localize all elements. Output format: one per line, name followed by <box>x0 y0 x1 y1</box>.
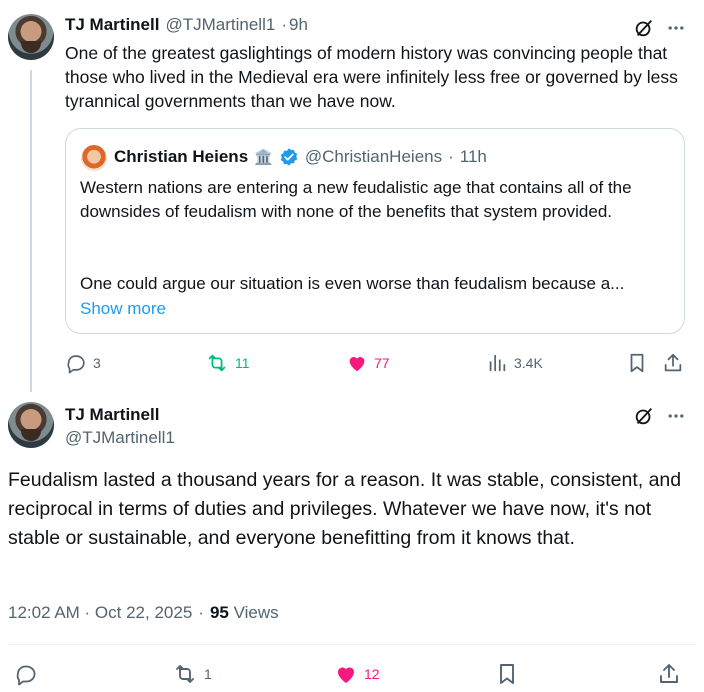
grok-icon-svg <box>635 408 653 425</box>
share-icon <box>664 353 682 372</box>
author-name[interactable]: TJ Martinell <box>65 15 159 35</box>
verified-svg <box>280 148 298 166</box>
divider <box>8 644 696 645</box>
main-tweet-text: Feudalism lasted a thousand years for a … <box>8 469 682 549</box>
heart-icon <box>338 667 354 683</box>
repost-button[interactable]: 1 <box>172 662 212 686</box>
tweet-time[interactable]: 9h <box>289 15 308 35</box>
repost-button[interactable]: 11 <box>205 352 250 374</box>
views-label: Views <box>233 603 279 622</box>
verified-badge-icon[interactable] <box>279 147 299 167</box>
more-icon-svg <box>668 26 684 30</box>
author-name[interactable]: TJ Martinell <box>65 405 159 425</box>
quote-header: Christian Heiens 🏛️ @ChristianHeiens · 1… <box>114 147 487 167</box>
tweet-timestamp[interactable]: 12:02 AM · Oct 22, 2025 <box>8 603 192 623</box>
quote-avatar[interactable] <box>81 145 107 171</box>
share-button[interactable] <box>657 662 681 686</box>
reply-button[interactable] <box>14 662 38 686</box>
views-count: 95 <box>209 603 229 622</box>
author-handle[interactable]: @TJMartinell1 <box>165 15 275 35</box>
share-icon <box>660 664 678 683</box>
more-options-icon[interactable] <box>664 404 688 428</box>
like-button[interactable]: 12 <box>334 662 380 686</box>
grok-icon[interactable] <box>632 16 656 40</box>
more-icon-svg <box>668 414 684 418</box>
tweet-meta: 12:02 AM · Oct 22, 2025 · 95 Views <box>8 603 279 623</box>
bookmark-button[interactable] <box>495 662 519 686</box>
views-button[interactable]: 3.4K <box>486 352 543 374</box>
heart-icon <box>349 357 365 372</box>
reply-count: 3 <box>93 355 101 371</box>
building-emoji-icon: 🏛️ <box>254 149 273 166</box>
like-button[interactable]: 77 <box>346 352 390 374</box>
repost-icon <box>176 665 194 683</box>
parent-tweet-text: One of the greatest gaslightings of mode… <box>65 43 678 111</box>
repost-icon <box>208 354 226 372</box>
quote-text-paragraph-1: Western nations are entering a new feuda… <box>80 178 632 221</box>
show-more-link[interactable]: Show more <box>80 299 166 319</box>
avatar[interactable] <box>8 402 54 448</box>
repost-count: 11 <box>235 355 250 371</box>
more-options-icon[interactable] <box>664 16 688 40</box>
bookmark-icon <box>500 664 514 684</box>
bookmark-button[interactable] <box>626 352 648 374</box>
bookmark-icon <box>630 353 644 373</box>
parent-tweet-header: TJ Martinell @TJMartinell1 · 9h <box>65 15 308 35</box>
grok-icon[interactable] <box>632 404 656 428</box>
dot-separator: · <box>448 147 454 166</box>
thread-line <box>30 70 32 392</box>
like-count: 12 <box>364 666 380 682</box>
reply-button[interactable]: 3 <box>65 352 101 374</box>
avatar[interactable] <box>8 14 54 60</box>
reply-icon <box>67 355 85 374</box>
dot-separator: · <box>281 15 287 34</box>
dot-separator: · <box>198 603 204 622</box>
analytics-icon <box>489 354 506 372</box>
like-count: 77 <box>374 355 390 371</box>
quote-author-handle[interactable]: @ChristianHeiens <box>305 147 442 167</box>
grok-icon-svg <box>635 20 653 37</box>
view-count: 3.4K <box>514 355 543 371</box>
share-button[interactable] <box>662 352 684 374</box>
quote-author-name[interactable]: Christian Heiens <box>114 147 248 167</box>
reply-icon <box>16 665 36 686</box>
quote-text-paragraph-2: One could argue our situation is even wo… <box>80 274 625 293</box>
repost-count: 1 <box>204 666 212 682</box>
quote-time[interactable]: 11h <box>460 147 487 167</box>
author-handle[interactable]: @TJMartinell1 <box>65 428 175 448</box>
